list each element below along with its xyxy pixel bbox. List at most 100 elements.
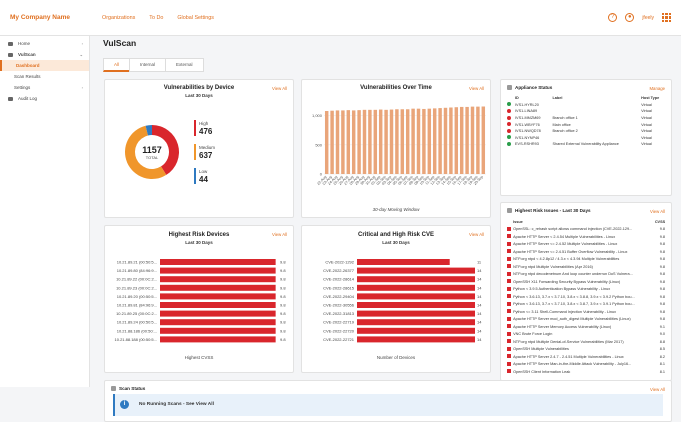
bar[interactable] [346, 110, 351, 174]
table-row[interactable]: NTP.org ntpd Multiple Vulnerabilities (A… [505, 263, 667, 271]
table-row[interactable]: IVS1-MMZM69 Branch office 1 Virtual [505, 115, 667, 122]
help-icon[interactable]: ? [608, 13, 618, 22]
table-row[interactable]: Python < 3.6.13, 3.7.x < 3.7.10, 3.8.x <… [505, 301, 667, 309]
view-all-link[interactable]: View All [469, 232, 484, 237]
table-row[interactable]: OpenSSH X11 Forwarding Security Bypass V… [505, 278, 667, 286]
bar[interactable] [335, 110, 340, 174]
table-row[interactable]: IVS1-NYNP46 Virtual [505, 135, 667, 142]
bar[interactable] [160, 319, 276, 326]
bar[interactable] [449, 107, 453, 175]
view-all-link[interactable]: View All [272, 232, 287, 237]
user-name[interactable]: jfeely [642, 15, 654, 21]
nav-todo[interactable]: To Do [149, 15, 163, 21]
table-row[interactable]: IVS1-LINA89 Virtual [505, 108, 667, 115]
bar[interactable] [389, 109, 394, 174]
sidebar-item-scan-results[interactable]: Scan Results [0, 71, 89, 82]
bar[interactable] [432, 108, 437, 174]
table-row[interactable]: Apache HTTP Server <= 2.4.51 Buffer Over… [505, 248, 667, 256]
bar[interactable] [400, 109, 405, 174]
bar[interactable] [357, 319, 475, 326]
bar[interactable] [324, 111, 329, 174]
sidebar-item-home[interactable]: Home › [0, 38, 89, 49]
table-row[interactable]: Apache HTTP Server 2.4.7 - 2.4.51 Multip… [505, 353, 667, 361]
bar[interactable] [416, 108, 421, 174]
table-row[interactable]: VNC Brute Force Login 9.0 [505, 331, 667, 339]
bar[interactable] [378, 109, 383, 174]
bar[interactable] [357, 267, 475, 274]
bar[interactable] [459, 106, 464, 174]
bar[interactable] [373, 109, 378, 174]
table-row[interactable]: Apache HTTP Server <= 2.4.52 Multiple Vu… [505, 241, 667, 249]
bar[interactable] [160, 327, 276, 334]
table-row[interactable]: Python < 3.9.5 Authentication Bypass Vul… [505, 286, 667, 294]
scan-status-text[interactable]: No Running Scans - See View All [139, 402, 214, 407]
tab-external[interactable]: External [165, 58, 204, 72]
bar[interactable] [341, 110, 345, 174]
bar[interactable] [160, 336, 276, 343]
bar[interactable] [357, 302, 475, 308]
bar[interactable] [384, 109, 388, 174]
bar[interactable] [160, 302, 276, 308]
table-row[interactable]: Python < 3.6.13, 3.7.x < 3.7.10, 3.8.x <… [505, 293, 667, 301]
table-row[interactable]: IVS1-NWQD78 Branch office 2 Virtual [505, 128, 667, 135]
table-row[interactable]: OpenSSH Multiple Vulnerabilities 8.5 [505, 346, 667, 354]
nav-global-settings[interactable]: Global Settings [177, 15, 214, 21]
view-all-link[interactable]: View All [650, 387, 665, 392]
bar[interactable] [395, 109, 399, 174]
bar[interactable] [160, 293, 276, 300]
table-row[interactable]: Apache HTTP Server Memory Access Vulnera… [505, 323, 667, 331]
bar[interactable] [476, 106, 480, 174]
table-row[interactable]: OpenSSL: c_rehash script allows command … [505, 226, 667, 234]
bar[interactable] [427, 108, 432, 174]
bar[interactable] [454, 107, 459, 174]
bar[interactable] [330, 110, 334, 174]
bar[interactable] [357, 110, 361, 174]
sidebar-item-dashboard[interactable]: Dashboard [0, 60, 89, 71]
view-all-link[interactable]: View All [272, 86, 287, 91]
bar[interactable] [481, 106, 486, 174]
bar[interactable] [465, 106, 469, 174]
table-row[interactable]: Apache HTTP Server mod_auth_digest Multi… [505, 316, 667, 324]
bar[interactable] [357, 259, 450, 265]
bar[interactable] [438, 108, 442, 174]
bar[interactable] [357, 310, 475, 317]
table-row[interactable]: Apache HTTP Server Man-in-the-Middle Att… [505, 361, 667, 369]
bar[interactable] [470, 106, 475, 174]
table-row[interactable]: NTP.org ntpd Multiple Denial-of-Service … [505, 338, 667, 346]
nav-organizations[interactable]: Organizations [102, 15, 135, 21]
brand-name[interactable]: My Company Name [0, 14, 90, 21]
bar[interactable] [362, 109, 367, 174]
bar[interactable] [160, 310, 276, 317]
bar[interactable] [160, 284, 276, 291]
bar[interactable] [422, 108, 426, 174]
bar[interactable] [357, 284, 475, 291]
table-row[interactable]: EVS-RSHR93 Shared External Vulnerability … [505, 141, 667, 148]
bar[interactable] [357, 327, 475, 334]
bar[interactable] [160, 267, 276, 274]
bar[interactable] [368, 109, 372, 174]
table-row[interactable]: OpenSSH Client Information Leak 8.1 [505, 368, 667, 376]
view-all-link[interactable]: View All [469, 86, 484, 91]
sidebar-item-settings[interactable]: Settings › [0, 82, 89, 93]
table-row[interactable]: IVS1-WBYF76 Main office Virtual [505, 121, 667, 128]
sidebar-item-audit-log[interactable]: Audit Log [0, 93, 89, 104]
bar[interactable] [443, 107, 448, 174]
bar[interactable] [351, 110, 356, 174]
table-row[interactable]: NTP.org ntpd < 4.2.8p12 / 4.3.x < 4.3.94… [505, 256, 667, 264]
bar[interactable] [357, 336, 475, 343]
bar[interactable] [405, 109, 410, 174]
sidebar-item-vulscan[interactable]: VulScan ⌄ [0, 49, 89, 60]
manage-link[interactable]: Manage [649, 86, 665, 91]
bar[interactable] [160, 259, 276, 265]
bar[interactable] [411, 108, 415, 174]
tab-internal[interactable]: Internal [129, 58, 167, 72]
bar[interactable] [357, 276, 475, 283]
user-icon[interactable]: ● [625, 13, 635, 22]
tab-all[interactable]: All [103, 58, 131, 72]
table-row[interactable]: Apache HTTP Server < 2.4.54 Multiple Vul… [505, 233, 667, 241]
table-row[interactable]: IVS1-HYRL20 Virtual [505, 102, 667, 109]
table-row[interactable]: NTP.org ntpd decodenetnum And loop count… [505, 271, 667, 279]
bar[interactable] [357, 293, 475, 300]
table-row[interactable]: Python <= 3.11 Shell-Command Injection V… [505, 308, 667, 316]
app-grid-icon[interactable] [662, 13, 671, 22]
